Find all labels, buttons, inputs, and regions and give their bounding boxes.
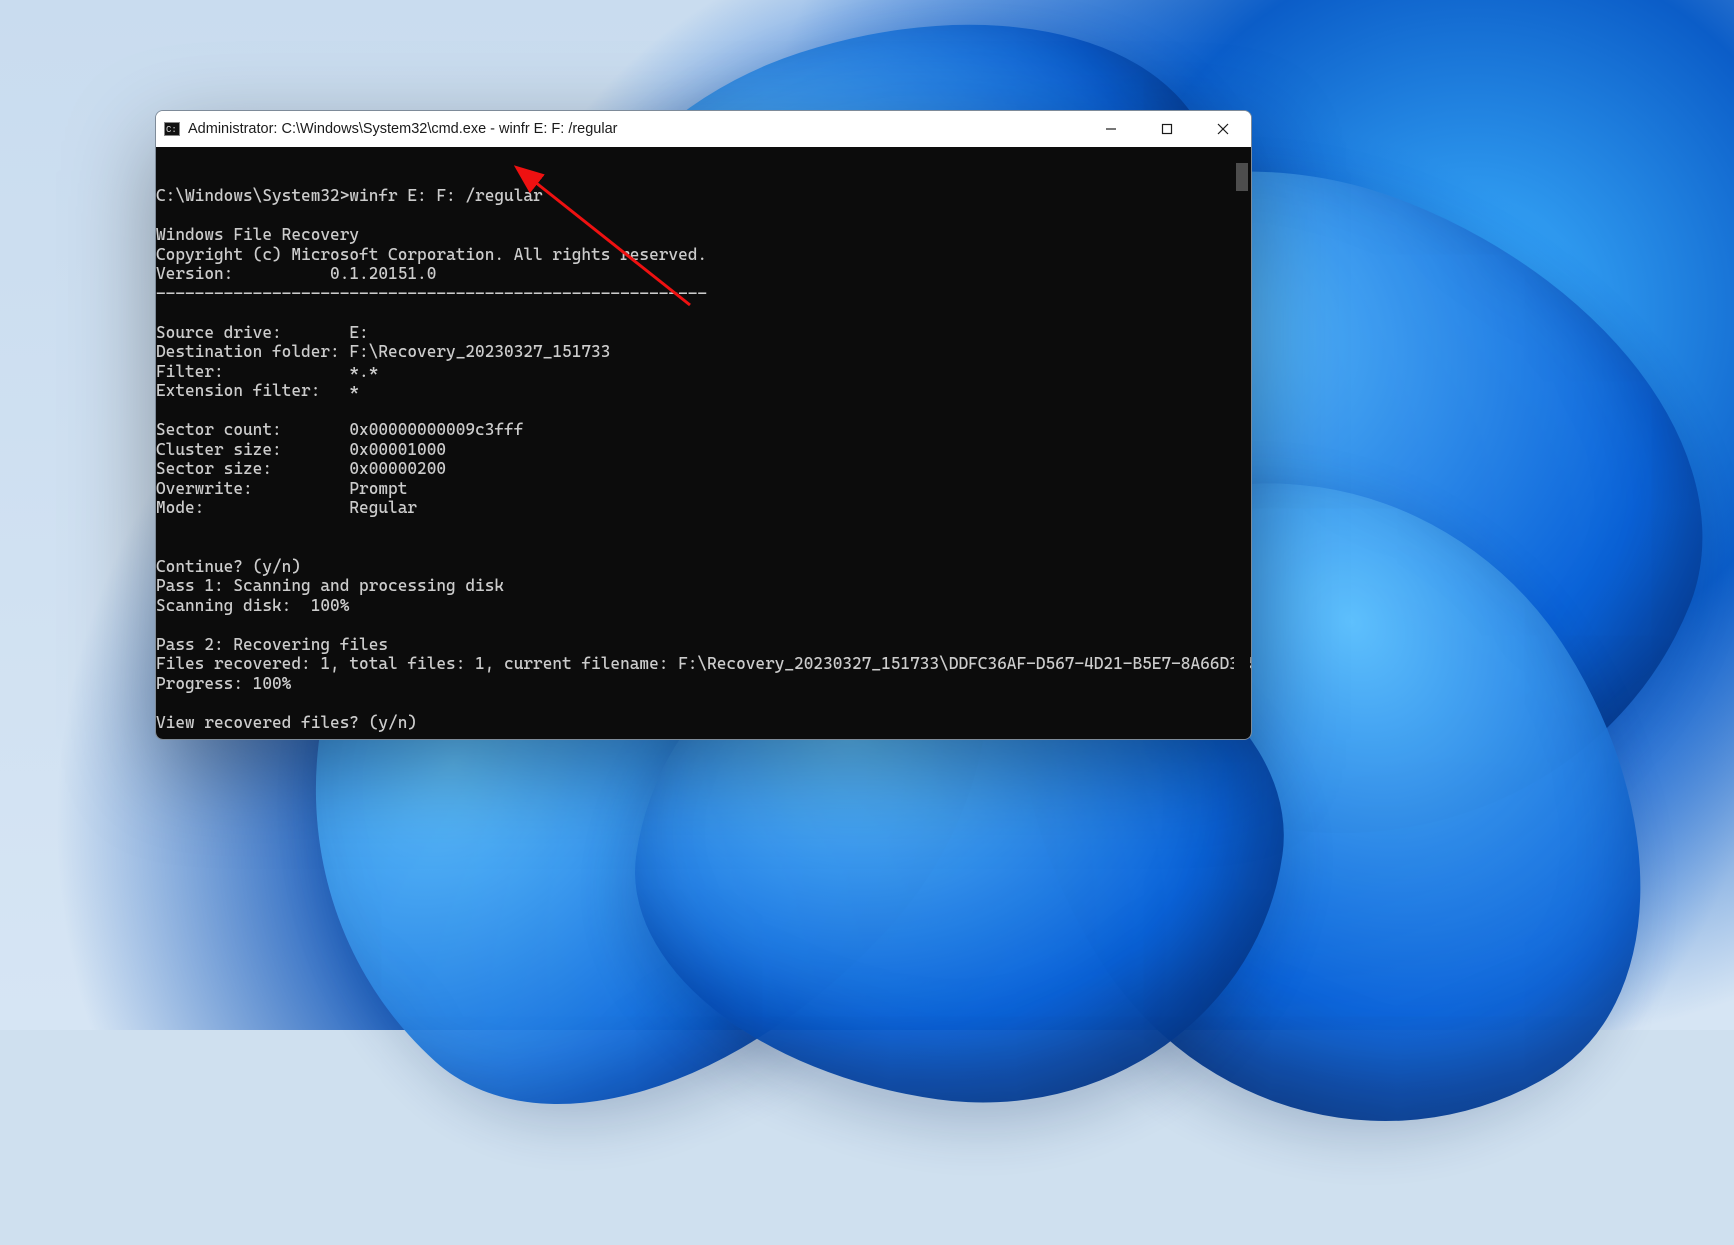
window-title: Administrator: C:\Windows\System32\cmd.e… xyxy=(188,121,618,137)
output-line: Scanning disk: 100% xyxy=(156,596,349,615)
output-line: Destination folder: F:\Recovery_20230327… xyxy=(156,342,610,361)
output-line: Sector size: 0x00000200 xyxy=(156,459,446,478)
output-line: Overwrite: Prompt xyxy=(156,479,407,498)
output-line: Mode: Regular xyxy=(156,498,417,517)
prompt: C:\Windows\System32> xyxy=(156,186,349,205)
output-line: Copyright (c) Microsoft Corporation. All… xyxy=(156,245,707,264)
scrollbar-thumb[interactable] xyxy=(1236,163,1248,191)
output-line: Version: 0.1.20151.0 xyxy=(156,264,436,283)
titlebar[interactable]: C: Administrator: C:\Windows\System32\cm… xyxy=(156,111,1251,147)
output-line: ----------------------------------------… xyxy=(156,284,707,303)
vertical-scrollbar[interactable] xyxy=(1234,147,1250,739)
output-line: View recovered files? (y/n) xyxy=(156,713,417,732)
cmd-icon: C: xyxy=(164,121,180,137)
output-line: Pass 1: Scanning and processing disk xyxy=(156,576,504,595)
output-line: Source drive: E: xyxy=(156,323,369,342)
close-button[interactable] xyxy=(1195,111,1251,147)
output-line: Cluster size: 0x00001000 xyxy=(156,440,446,459)
window-controls xyxy=(1083,111,1251,147)
minimize-button[interactable] xyxy=(1083,111,1139,147)
cmd-window: C: Administrator: C:\Windows\System32\cm… xyxy=(155,110,1252,740)
output-line: Files recovered: 1, total files: 1, curr… xyxy=(156,654,1251,673)
terminal-output[interactable]: C:\Windows\System32>winfr E: F: /regular… xyxy=(156,147,1251,739)
svg-text:C:: C: xyxy=(166,125,177,135)
output-line: Sector count: 0x00000000009c3fff xyxy=(156,420,523,439)
command-text: winfr E: F: /regular xyxy=(349,186,542,205)
output-line: Extension filter: * xyxy=(156,381,359,400)
output-line: Progress: 100% xyxy=(156,674,291,693)
output-line: Filter: *.* xyxy=(156,362,378,381)
maximize-button[interactable] xyxy=(1139,111,1195,147)
output-line: Pass 2: Recovering files xyxy=(156,635,388,654)
output-line: Windows File Recovery xyxy=(156,225,359,244)
output-line: Continue? (y/n) xyxy=(156,557,301,576)
